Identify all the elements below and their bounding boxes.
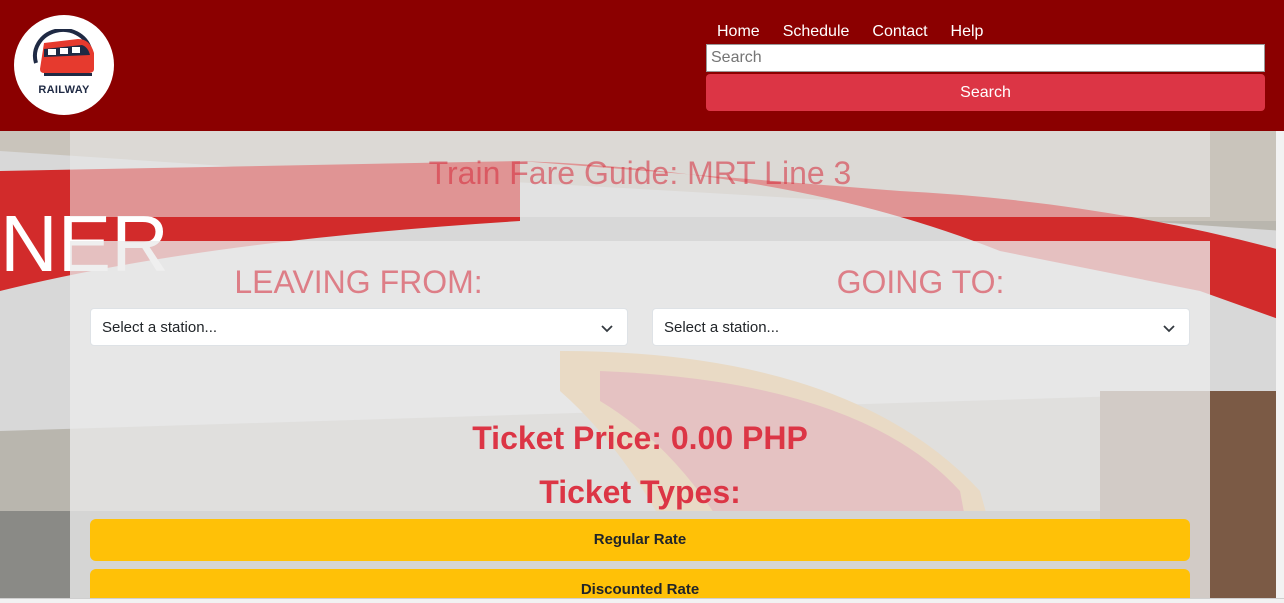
train-icon [32,29,94,76]
leaving-station-select[interactable]: Select a station... [90,308,628,346]
nav-home[interactable]: Home [706,22,772,41]
site-header: RAILWAY Home Schedule Contact Help Searc… [0,0,1284,131]
going-select-value: Select a station... [664,319,780,336]
logo-text: RAILWAY [38,84,90,96]
horizontal-scrollbar[interactable] [0,598,1284,603]
ticket-types-heading: Ticket Types: [539,474,741,510]
search-input[interactable] [706,44,1265,72]
railway-logo[interactable]: RAILWAY [14,15,114,115]
regular-rate-button[interactable]: Regular Rate [90,519,1190,561]
chevron-down-icon [1163,325,1175,333]
ticket-price: Ticket Price: 0.00 PHP [472,420,808,456]
leaving-from-label: LEAVING FROM: [234,264,483,300]
page-title: Train Fare Guide: MRT Line 3 [428,155,852,191]
leaving-select-value: Select a station... [102,319,218,336]
chevron-down-icon [601,325,613,333]
nav-schedule[interactable]: Schedule [772,22,862,41]
going-station-select[interactable]: Select a station... [652,308,1190,346]
vertical-scrollbar[interactable] [1276,131,1284,598]
search-button[interactable]: Search [706,74,1265,111]
nav-contact[interactable]: Contact [861,22,939,41]
main-nav: Home Schedule Contact Help [706,22,995,41]
nav-help[interactable]: Help [940,22,996,41]
going-to-label: GOING TO: [836,264,1005,300]
